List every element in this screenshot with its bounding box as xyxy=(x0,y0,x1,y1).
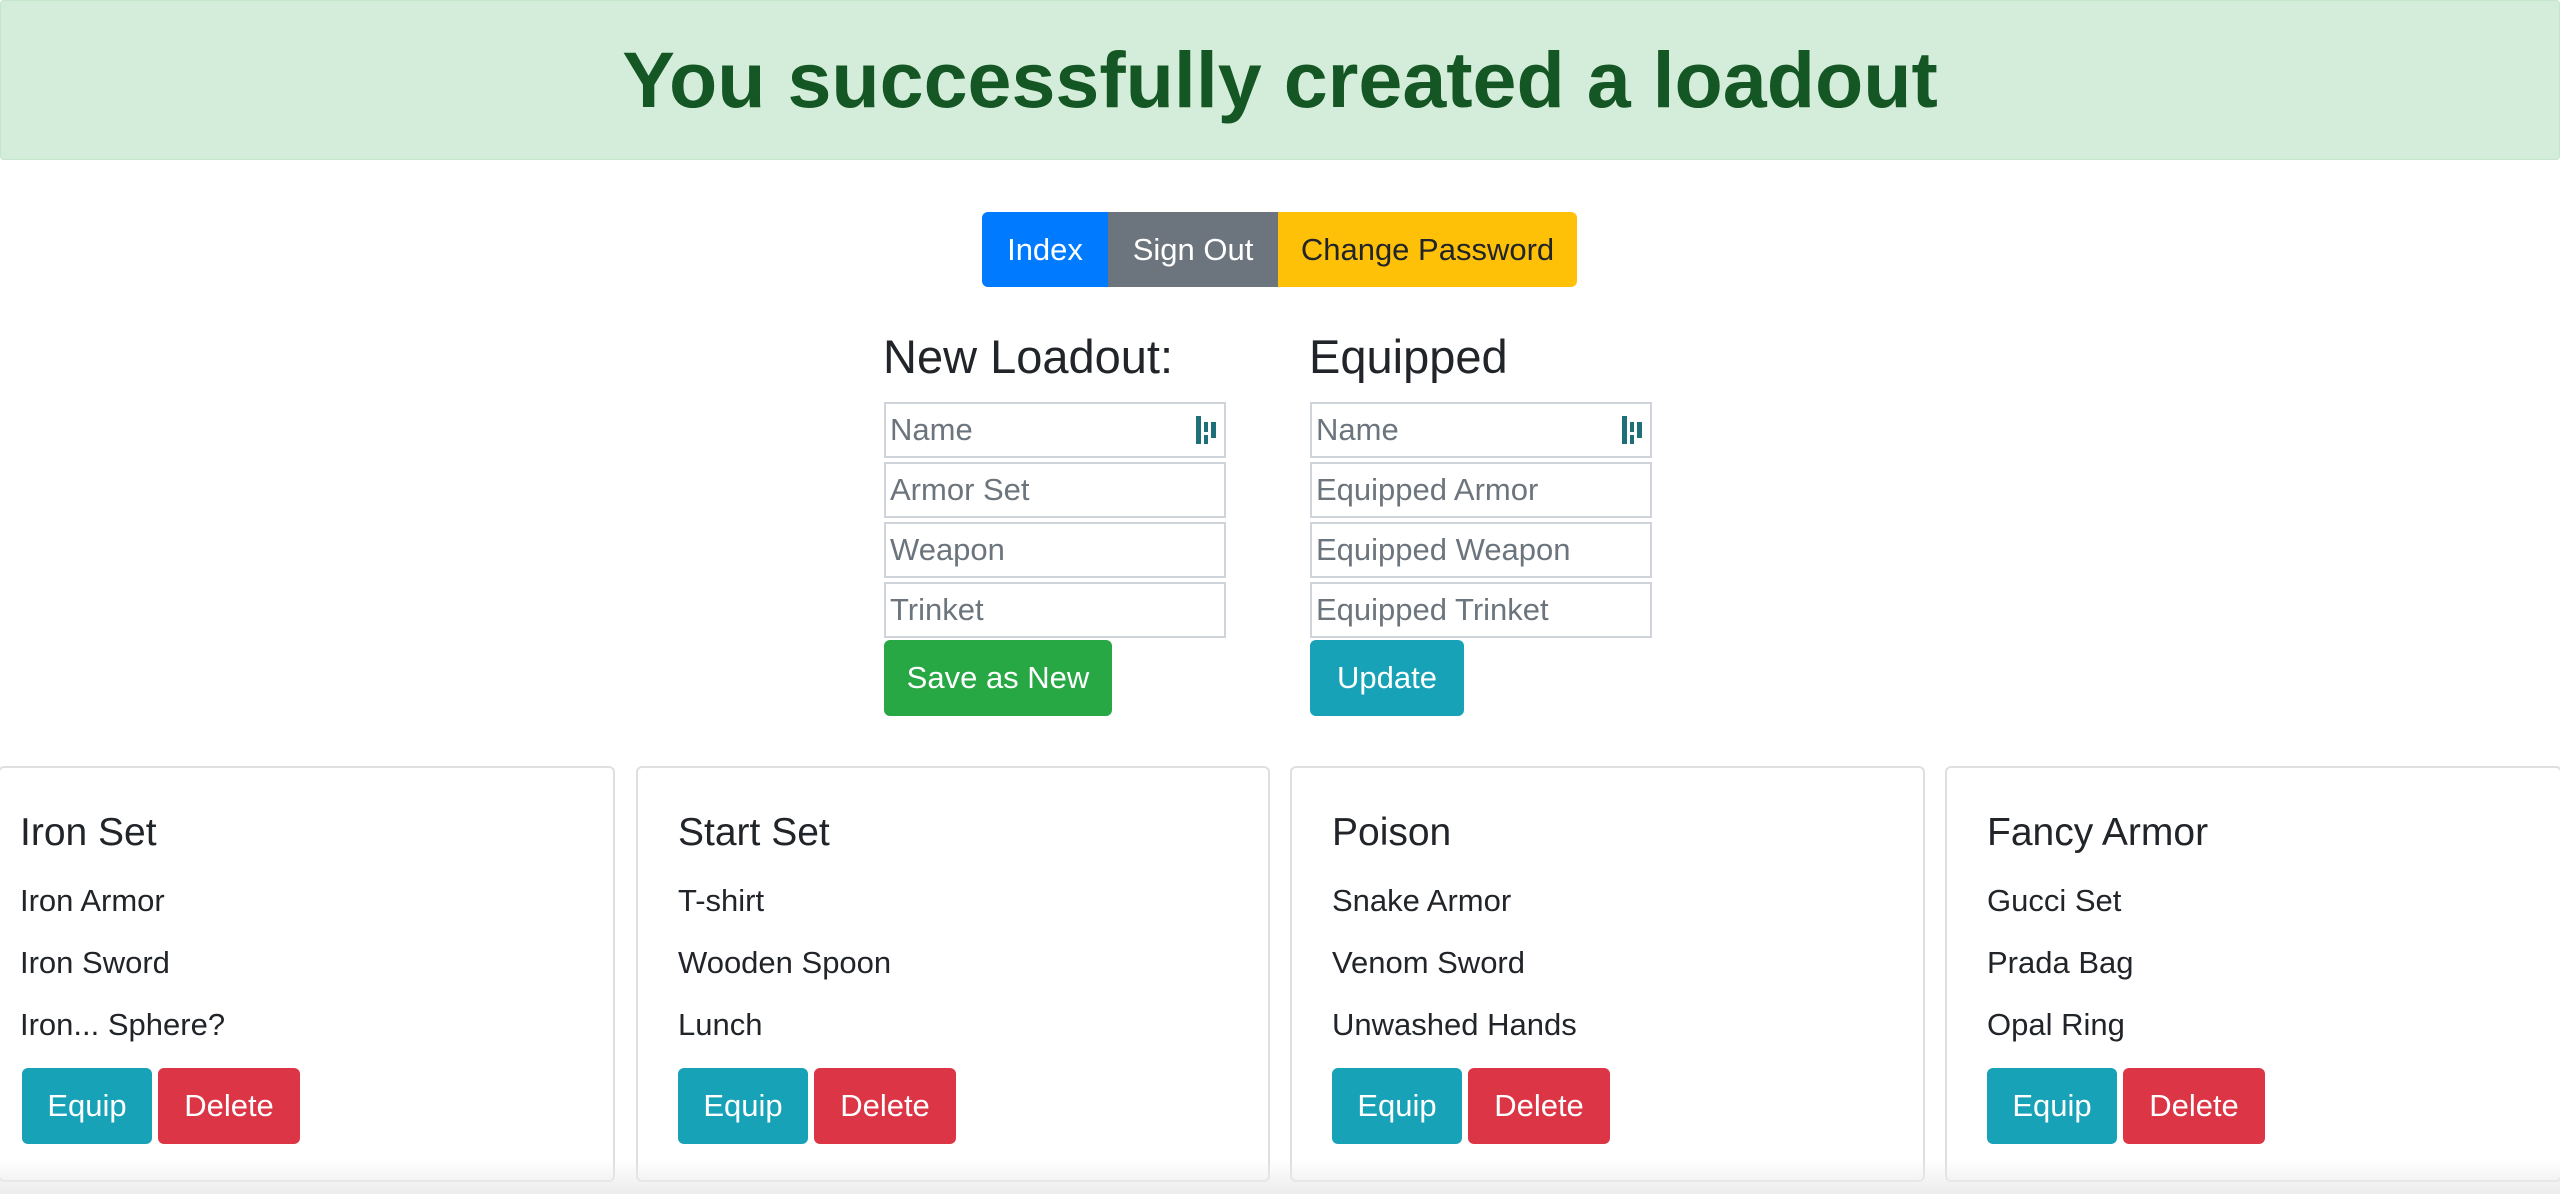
password-manager-icon[interactable] xyxy=(1622,416,1644,444)
new-trinket-input[interactable] xyxy=(884,582,1226,638)
card-trinket: Iron... Sphere? xyxy=(20,1007,226,1042)
update-button[interactable]: Update xyxy=(1310,640,1464,716)
delete-button[interactable]: Delete xyxy=(2123,1068,2265,1144)
bottom-shadow xyxy=(0,1160,2560,1194)
card-trinket: Unwashed Hands xyxy=(1332,1007,1577,1042)
loadout-card: Start Set T-shirt Wooden Spoon Lunch Equ… xyxy=(636,766,1270,1182)
alert-message: You successfully created a loadout xyxy=(622,35,1938,124)
success-alert: You successfully created a loadout xyxy=(0,0,2560,160)
card-trinket: Opal Ring xyxy=(1987,1007,2125,1042)
card-title: Fancy Armor xyxy=(1987,811,2209,854)
new-armor-input[interactable] xyxy=(884,462,1226,518)
card-weapon: Prada Bag xyxy=(1987,945,2134,980)
new-loadout-heading: New Loadout: xyxy=(883,330,1174,383)
index-button[interactable]: Index xyxy=(982,212,1108,287)
card-trinket: Lunch xyxy=(678,1007,763,1042)
password-manager-icon[interactable] xyxy=(1196,416,1218,444)
new-weapon-input[interactable] xyxy=(884,522,1226,578)
new-name-input[interactable] xyxy=(884,402,1226,458)
equip-button[interactable]: Equip xyxy=(22,1068,152,1144)
card-weapon: Iron Sword xyxy=(20,945,170,980)
loadout-card: Fancy Armor Gucci Set Prada Bag Opal Rin… xyxy=(1945,766,2560,1182)
card-weapon: Wooden Spoon xyxy=(678,945,892,980)
loadout-card: Iron Set Iron Armor Iron Sword Iron... S… xyxy=(0,766,615,1182)
equip-button[interactable]: Equip xyxy=(678,1068,808,1144)
equipped-armor-input[interactable] xyxy=(1310,462,1652,518)
equipped-weapon-input[interactable] xyxy=(1310,522,1652,578)
equip-button[interactable]: Equip xyxy=(1332,1068,1462,1144)
card-armor: T-shirt xyxy=(678,883,765,918)
delete-button[interactable]: Delete xyxy=(1468,1068,1610,1144)
delete-button[interactable]: Delete xyxy=(814,1068,956,1144)
equip-button[interactable]: Equip xyxy=(1987,1068,2117,1144)
card-armor: Snake Armor xyxy=(1332,883,1512,918)
equipped-trinket-input[interactable] xyxy=(1310,582,1652,638)
equipped-heading: Equipped xyxy=(1309,330,1508,383)
save-as-new-button[interactable]: Save as New xyxy=(884,640,1112,716)
equipped-name-input[interactable] xyxy=(1310,402,1652,458)
card-armor: Gucci Set xyxy=(1987,883,2122,918)
loadout-card: Poison Snake Armor Venom Sword Unwashed … xyxy=(1290,766,1925,1182)
card-armor: Iron Armor xyxy=(20,883,165,918)
sign-out-button[interactable]: Sign Out xyxy=(1108,212,1278,287)
card-weapon: Venom Sword xyxy=(1332,945,1525,980)
card-title: Poison xyxy=(1332,811,1452,854)
card-title: Iron Set xyxy=(20,811,157,854)
card-title: Start Set xyxy=(678,811,830,854)
change-password-button[interactable]: Change Password xyxy=(1278,212,1577,287)
delete-button[interactable]: Delete xyxy=(158,1068,300,1144)
